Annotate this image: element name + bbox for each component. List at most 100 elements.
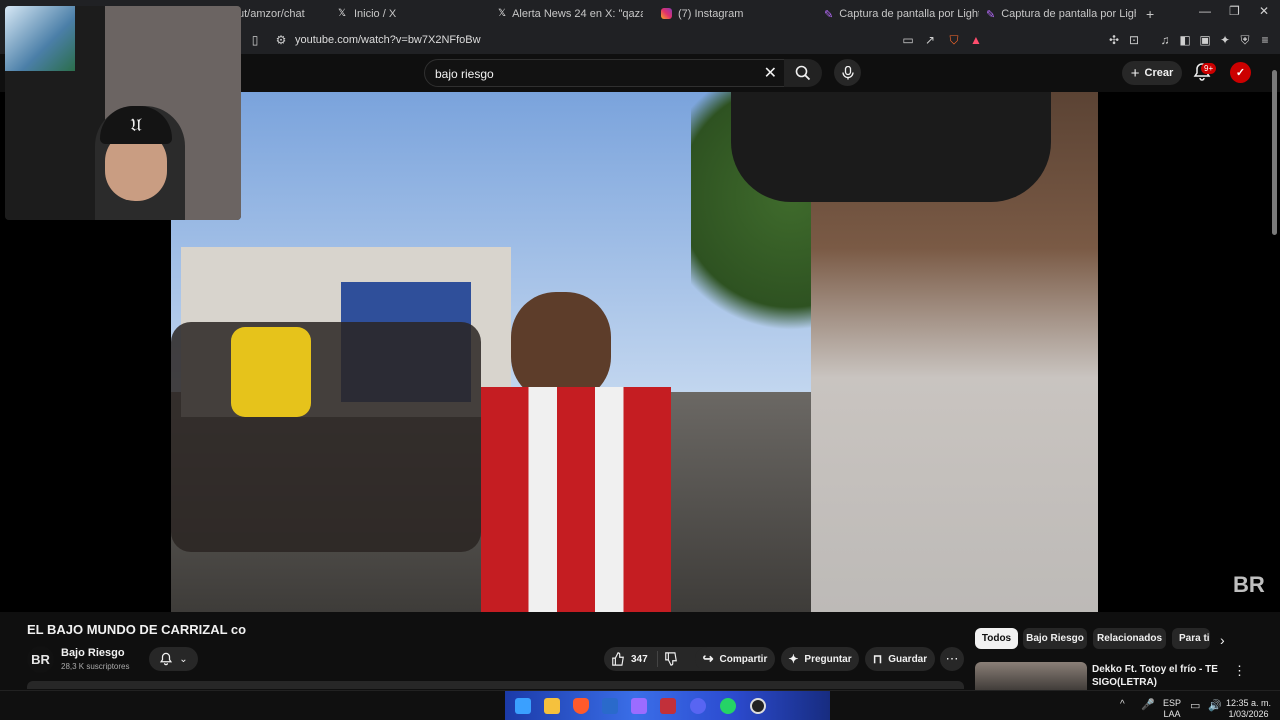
ask-button[interactable]: ✦ Preguntar (781, 647, 859, 671)
like-count: 347 (631, 653, 648, 665)
tab-instagram[interactable]: (7) Instagram (661, 0, 811, 27)
brave-rewards-icon[interactable]: ▲ (968, 32, 984, 48)
more-vertical-icon[interactable]: ⋮ (1233, 663, 1246, 679)
recommended-title[interactable]: Dekko Ft. Totoy el frío - TE SIGO(LETRA) (1092, 663, 1222, 689)
notifications-badge: 9+ (1201, 63, 1217, 74)
like-button[interactable]: 347 (611, 652, 648, 666)
tab-label: Inicio / X (354, 7, 397, 20)
share-page-icon[interactable]: ↗ (922, 32, 938, 48)
bookmark-icon[interactable]: ▯ (247, 32, 263, 48)
clock[interactable]: 12:35 a. m. 1/03/2026 (1226, 698, 1271, 720)
site-settings-icon[interactable]: ⚙ (273, 32, 289, 48)
tab-lightshot-1[interactable]: ✎ Captura de pantalla por Lightshot (824, 0, 979, 27)
save-label: Guardar (888, 653, 928, 665)
chevron-down-icon: ⌄ (179, 653, 188, 665)
chip-for-you[interactable]: Para ti (1172, 628, 1210, 649)
share-label: Compartir (719, 653, 768, 665)
app-icon[interactable] (631, 698, 647, 714)
voice-search-button[interactable] (834, 59, 861, 86)
leo-ai-icon[interactable]: ✦ (1217, 32, 1233, 48)
lightshot-icon: ✎ (986, 9, 996, 21)
channel-name[interactable]: Bajo Riesgo (61, 647, 125, 659)
windows-start-icon[interactable] (515, 698, 531, 714)
search-box[interactable]: bajo riesgo ✕ (424, 59, 786, 87)
screen: ut/amzor/chat 𝕏 Inicio / X 𝕏 Alerta News… (0, 0, 1280, 720)
tab-twitch-chat[interactable]: ut/amzor/chat (238, 0, 328, 27)
like-divider (657, 651, 658, 667)
chevron-up-icon[interactable]: ^ (1120, 699, 1125, 710)
instagram-icon (661, 8, 672, 19)
restore-icon[interactable]: ❐ (1229, 4, 1240, 18)
lightshot-icon: ✎ (824, 9, 834, 21)
keyboard-layout: LAA (1163, 709, 1181, 719)
more-horizontal-icon: ⋯ (945, 651, 959, 666)
brave-browser-icon[interactable] (573, 698, 589, 714)
page-scrollbar[interactable] (1272, 70, 1277, 235)
share-button[interactable]: ↪ Compartir (695, 647, 775, 671)
microphone-tray-icon[interactable]: 🎤 (1141, 698, 1155, 711)
clear-search-icon[interactable]: ✕ (764, 63, 777, 83)
search-button[interactable] (784, 59, 822, 87)
tab-x-home[interactable]: 𝕏 Inicio / X (336, 0, 486, 27)
obs-icon[interactable] (750, 698, 766, 714)
new-tab-button[interactable]: + (1146, 6, 1154, 22)
volume-icon[interactable]: 🔊 (1208, 699, 1222, 712)
tab-label: Captura de pantalla por Lightshot (1001, 7, 1136, 20)
ask-label: Preguntar (804, 653, 852, 665)
bookmark-save-icon: ⊓ (872, 652, 883, 666)
chevron-right-icon[interactable]: › (1220, 632, 1225, 648)
video-title: EL BAJO MUNDO DE CARRIZAL co (27, 622, 247, 637)
plus-icon: + (1130, 64, 1140, 82)
thumbs-down-icon (665, 652, 677, 666)
clock-date: 1/03/2026 (1228, 709, 1269, 719)
microphone-icon (841, 65, 854, 79)
whatsapp-icon[interactable] (720, 698, 736, 714)
input-language[interactable]: ESP LAA (1163, 698, 1181, 720)
tab-label: (7) Instagram (678, 7, 744, 20)
video-app-icon[interactable] (660, 698, 676, 714)
vpn-icon[interactable]: ⛨ (1237, 32, 1253, 48)
chip-related[interactable]: Relacionados (1093, 628, 1166, 649)
sidebar-icon[interactable]: ◧ (1177, 32, 1193, 48)
share-icon: ↪ (702, 651, 714, 666)
brave-shield-icon[interactable]: ⛉ (946, 32, 962, 48)
subscribed-notifications-button[interactable]: ⌄ (149, 647, 198, 671)
clock-time: 12:35 a. m. (1226, 698, 1272, 708)
music-icon[interactable]: ♫ (1157, 32, 1173, 48)
more-actions-button[interactable]: ⋯ (940, 647, 964, 671)
calculator-icon[interactable] (602, 698, 618, 714)
url-field[interactable]: youtube.com/watch?v=bw7X2NFfoBw (295, 34, 481, 46)
network-icon[interactable]: ▭ (1190, 699, 1200, 712)
sparkle-icon: ✦ (788, 652, 799, 666)
tab-lightshot-2[interactable]: ✎ Captura de pantalla por Lightshot (986, 0, 1136, 27)
tab-label: ut/amzor/chat (238, 7, 305, 20)
create-button[interactable]: + Crear (1122, 61, 1182, 85)
search-input[interactable]: bajo riesgo (435, 67, 494, 81)
recommended-thumbnail[interactable] (975, 662, 1087, 692)
tab-x-news[interactable]: 𝕏 Alerta News 24 en X: "qaza | URGENT (498, 0, 643, 27)
video-frame[interactable] (171, 92, 1098, 612)
bell-icon (160, 652, 173, 666)
channel-avatar[interactable]: BR (27, 646, 54, 673)
dislike-button[interactable] (664, 652, 678, 669)
chip-all[interactable]: Todos (975, 628, 1018, 649)
discord-icon[interactable] (690, 698, 706, 714)
minimize-icon[interactable]: — (1199, 4, 1211, 18)
chip-bajo-riesgo[interactable]: Bajo Riesgo (1023, 628, 1087, 649)
menu-icon[interactable]: ≡ (1257, 32, 1273, 48)
webcam-overlay: 𝔘 (5, 6, 241, 220)
subscriber-count: 28,3 K suscriptores (61, 662, 130, 671)
channel-watermark[interactable]: BR (1233, 572, 1265, 598)
x-icon: 𝕏 (337, 8, 347, 19)
close-window-icon[interactable]: ✕ (1259, 4, 1269, 18)
windows-taskbar: ^ 🎤 (0, 690, 1280, 720)
file-explorer-icon[interactable] (544, 698, 560, 714)
description-box[interactable] (27, 681, 964, 689)
tab-label: Captura de pantalla por Lightshot (839, 7, 979, 20)
wallet-icon[interactable]: ▣ (1197, 32, 1213, 48)
cast-icon[interactable]: ▭ (900, 32, 916, 48)
account-avatar[interactable]: ✓ (1230, 62, 1251, 83)
extensions-icon[interactable]: ✣ (1106, 32, 1122, 48)
screenshot-icon[interactable]: ⊡ (1126, 32, 1142, 48)
save-button[interactable]: ⊓ Guardar (865, 647, 935, 671)
